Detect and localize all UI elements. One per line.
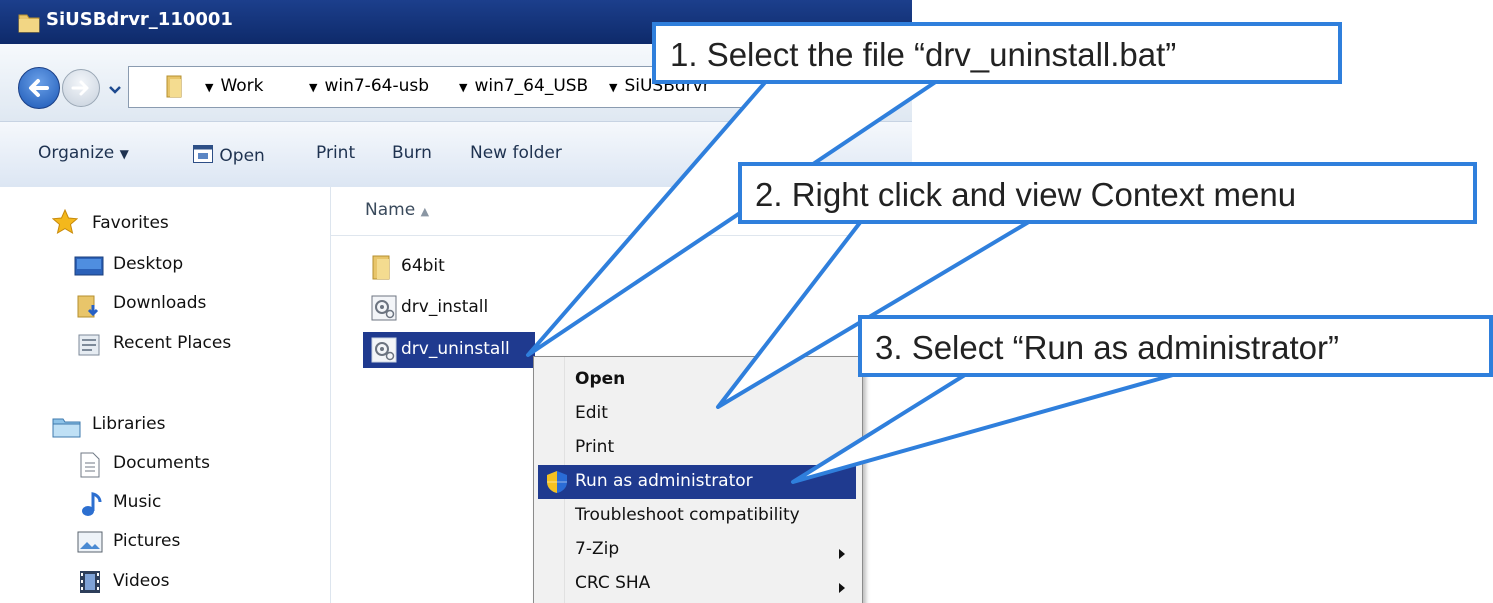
callout-step-3: 3. Select “Run as administrator” [858,315,1493,377]
callout-pointers [526,77,1182,484]
callout-3-pointer [791,371,1182,484]
callout-step-1: 1. Select the file “drv_uninstall.bat” [652,22,1342,84]
screenshot: SiUSBdrvr_110001 ▼ Work ▼ win7-64-usb ▼ win… [0,0,1493,603]
callout-step-2: 2. Right click and view Context menu [738,162,1477,224]
